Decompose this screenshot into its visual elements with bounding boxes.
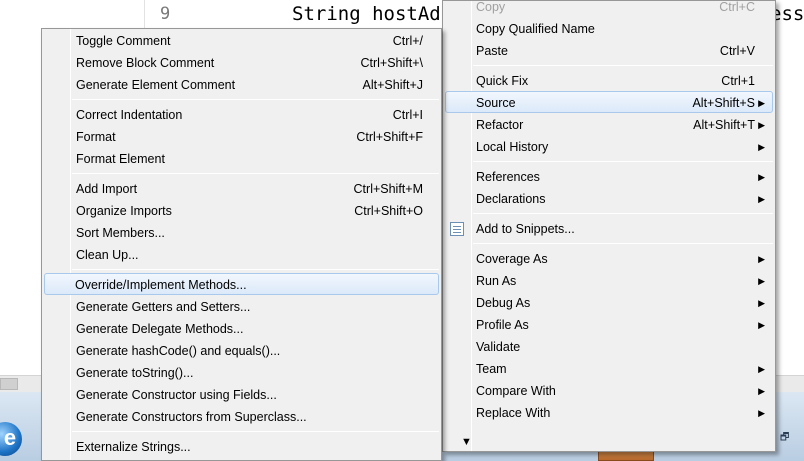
menu-item-declarations[interactable]: Declarations ▶: [445, 188, 773, 210]
menu-item-debug-as[interactable]: Debug As ▶: [445, 292, 773, 314]
menu-item-paste[interactable]: Paste Ctrl+V: [445, 40, 773, 62]
submenu-arrow-icon: ▶: [758, 120, 765, 130]
menu-item-compare-with[interactable]: Compare With ▶: [445, 380, 773, 402]
menu-item-validate[interactable]: Validate: [445, 336, 773, 358]
menu-item-source[interactable]: Source Alt+Shift+S ▶: [445, 91, 773, 113]
menu-item-remove-block-comment[interactable]: Remove Block Comment Ctrl+Shift+\: [44, 52, 439, 74]
menu-item-refactor[interactable]: Refactor Alt+Shift+T ▶: [445, 114, 773, 136]
menu-item-references[interactable]: References ▶: [445, 166, 773, 188]
menu-item-generate-tostring[interactable]: Generate toString()...: [44, 362, 439, 384]
snippet-icon: [450, 222, 464, 236]
submenu-arrow-icon: ▶: [758, 142, 765, 152]
menu-scroll-down-icon[interactable]: ▼: [461, 436, 472, 448]
submenu-arrow-icon: ▶: [758, 320, 765, 330]
submenu-arrow-icon: ▶: [758, 386, 765, 396]
menu-item-externalize-strings[interactable]: Externalize Strings...: [44, 436, 439, 458]
submenu-arrow-icon: ▶: [758, 298, 765, 308]
menu-item-organize-imports[interactable]: Organize Imports Ctrl+Shift+O: [44, 200, 439, 222]
source-submenu: Toggle Comment Ctrl+/ Remove Block Comme…: [41, 28, 442, 461]
menu-item-profile-as[interactable]: Profile As ▶: [445, 314, 773, 336]
menu-separator: [72, 173, 439, 174]
submenu-arrow-icon: ▶: [758, 172, 765, 182]
menu-item-generate-getters-setters[interactable]: Generate Getters and Setters...: [44, 296, 439, 318]
menu-item-add-import[interactable]: Add Import Ctrl+Shift+M: [44, 178, 439, 200]
menu-item-format[interactable]: Format Ctrl+Shift+F: [44, 126, 439, 148]
menu-item-copy-qualified-name[interactable]: Copy Qualified Name: [445, 18, 773, 40]
menu-item-coverage-as[interactable]: Coverage As ▶: [445, 248, 773, 270]
menu-item-clean-up[interactable]: Clean Up...: [44, 244, 439, 266]
submenu-arrow-icon: ▶: [758, 194, 765, 204]
menu-item-correct-indentation[interactable]: Correct Indentation Ctrl+I: [44, 104, 439, 126]
menu-separator: [473, 65, 773, 66]
menu-item-local-history[interactable]: Local History ▶: [445, 136, 773, 158]
menu-item-toggle-comment[interactable]: Toggle Comment Ctrl+/: [44, 30, 439, 52]
menu-item-generate-constructors-superclass[interactable]: Generate Constructors from Superclass...: [44, 406, 439, 428]
tray-restore-icon[interactable]: 🗗: [780, 430, 789, 447]
code-line[interactable]: String hostAd: [292, 3, 441, 25]
menu-item-generate-constructor-fields[interactable]: Generate Constructor using Fields...: [44, 384, 439, 406]
menu-item-override-implement-methods[interactable]: Override/Implement Methods...: [44, 273, 439, 295]
menu-item-format-element[interactable]: Format Element: [44, 148, 439, 170]
editor-context-menu: Copy Ctrl+C Copy Qualified Name Paste Ct…: [442, 0, 776, 452]
menu-separator: [72, 99, 439, 100]
menu-separator: [72, 269, 439, 270]
menu-item-team[interactable]: Team ▶: [445, 358, 773, 380]
menu-item-quick-fix[interactable]: Quick Fix Ctrl+1: [445, 70, 773, 92]
menu-separator: [473, 243, 773, 244]
menu-item-add-to-snippets[interactable]: Add to Snippets...: [445, 218, 773, 240]
menu-item-generate-hashcode-equals[interactable]: Generate hashCode() and equals()...: [44, 340, 439, 362]
submenu-arrow-icon: ▶: [758, 276, 765, 286]
menu-item-sort-members[interactable]: Sort Members...: [44, 222, 439, 244]
menu-separator: [473, 161, 773, 162]
menu-separator: [473, 213, 773, 214]
menu-item-copy[interactable]: Copy Ctrl+C: [445, 0, 773, 18]
menu-item-replace-with[interactable]: Replace With ▶: [445, 402, 773, 424]
scrollbar-thumb[interactable]: [0, 378, 18, 390]
menu-item-generate-element-comment[interactable]: Generate Element Comment Alt+Shift+J: [44, 74, 439, 96]
submenu-arrow-icon: ▶: [758, 408, 765, 418]
menu-separator: [72, 431, 439, 432]
submenu-arrow-icon: ▶: [758, 364, 765, 374]
menu-item-run-as[interactable]: Run As ▶: [445, 270, 773, 292]
submenu-arrow-icon: ▶: [758, 98, 765, 108]
line-number: 9: [160, 4, 171, 24]
menu-item-generate-delegate-methods[interactable]: Generate Delegate Methods...: [44, 318, 439, 340]
submenu-arrow-icon: ▶: [758, 254, 765, 264]
